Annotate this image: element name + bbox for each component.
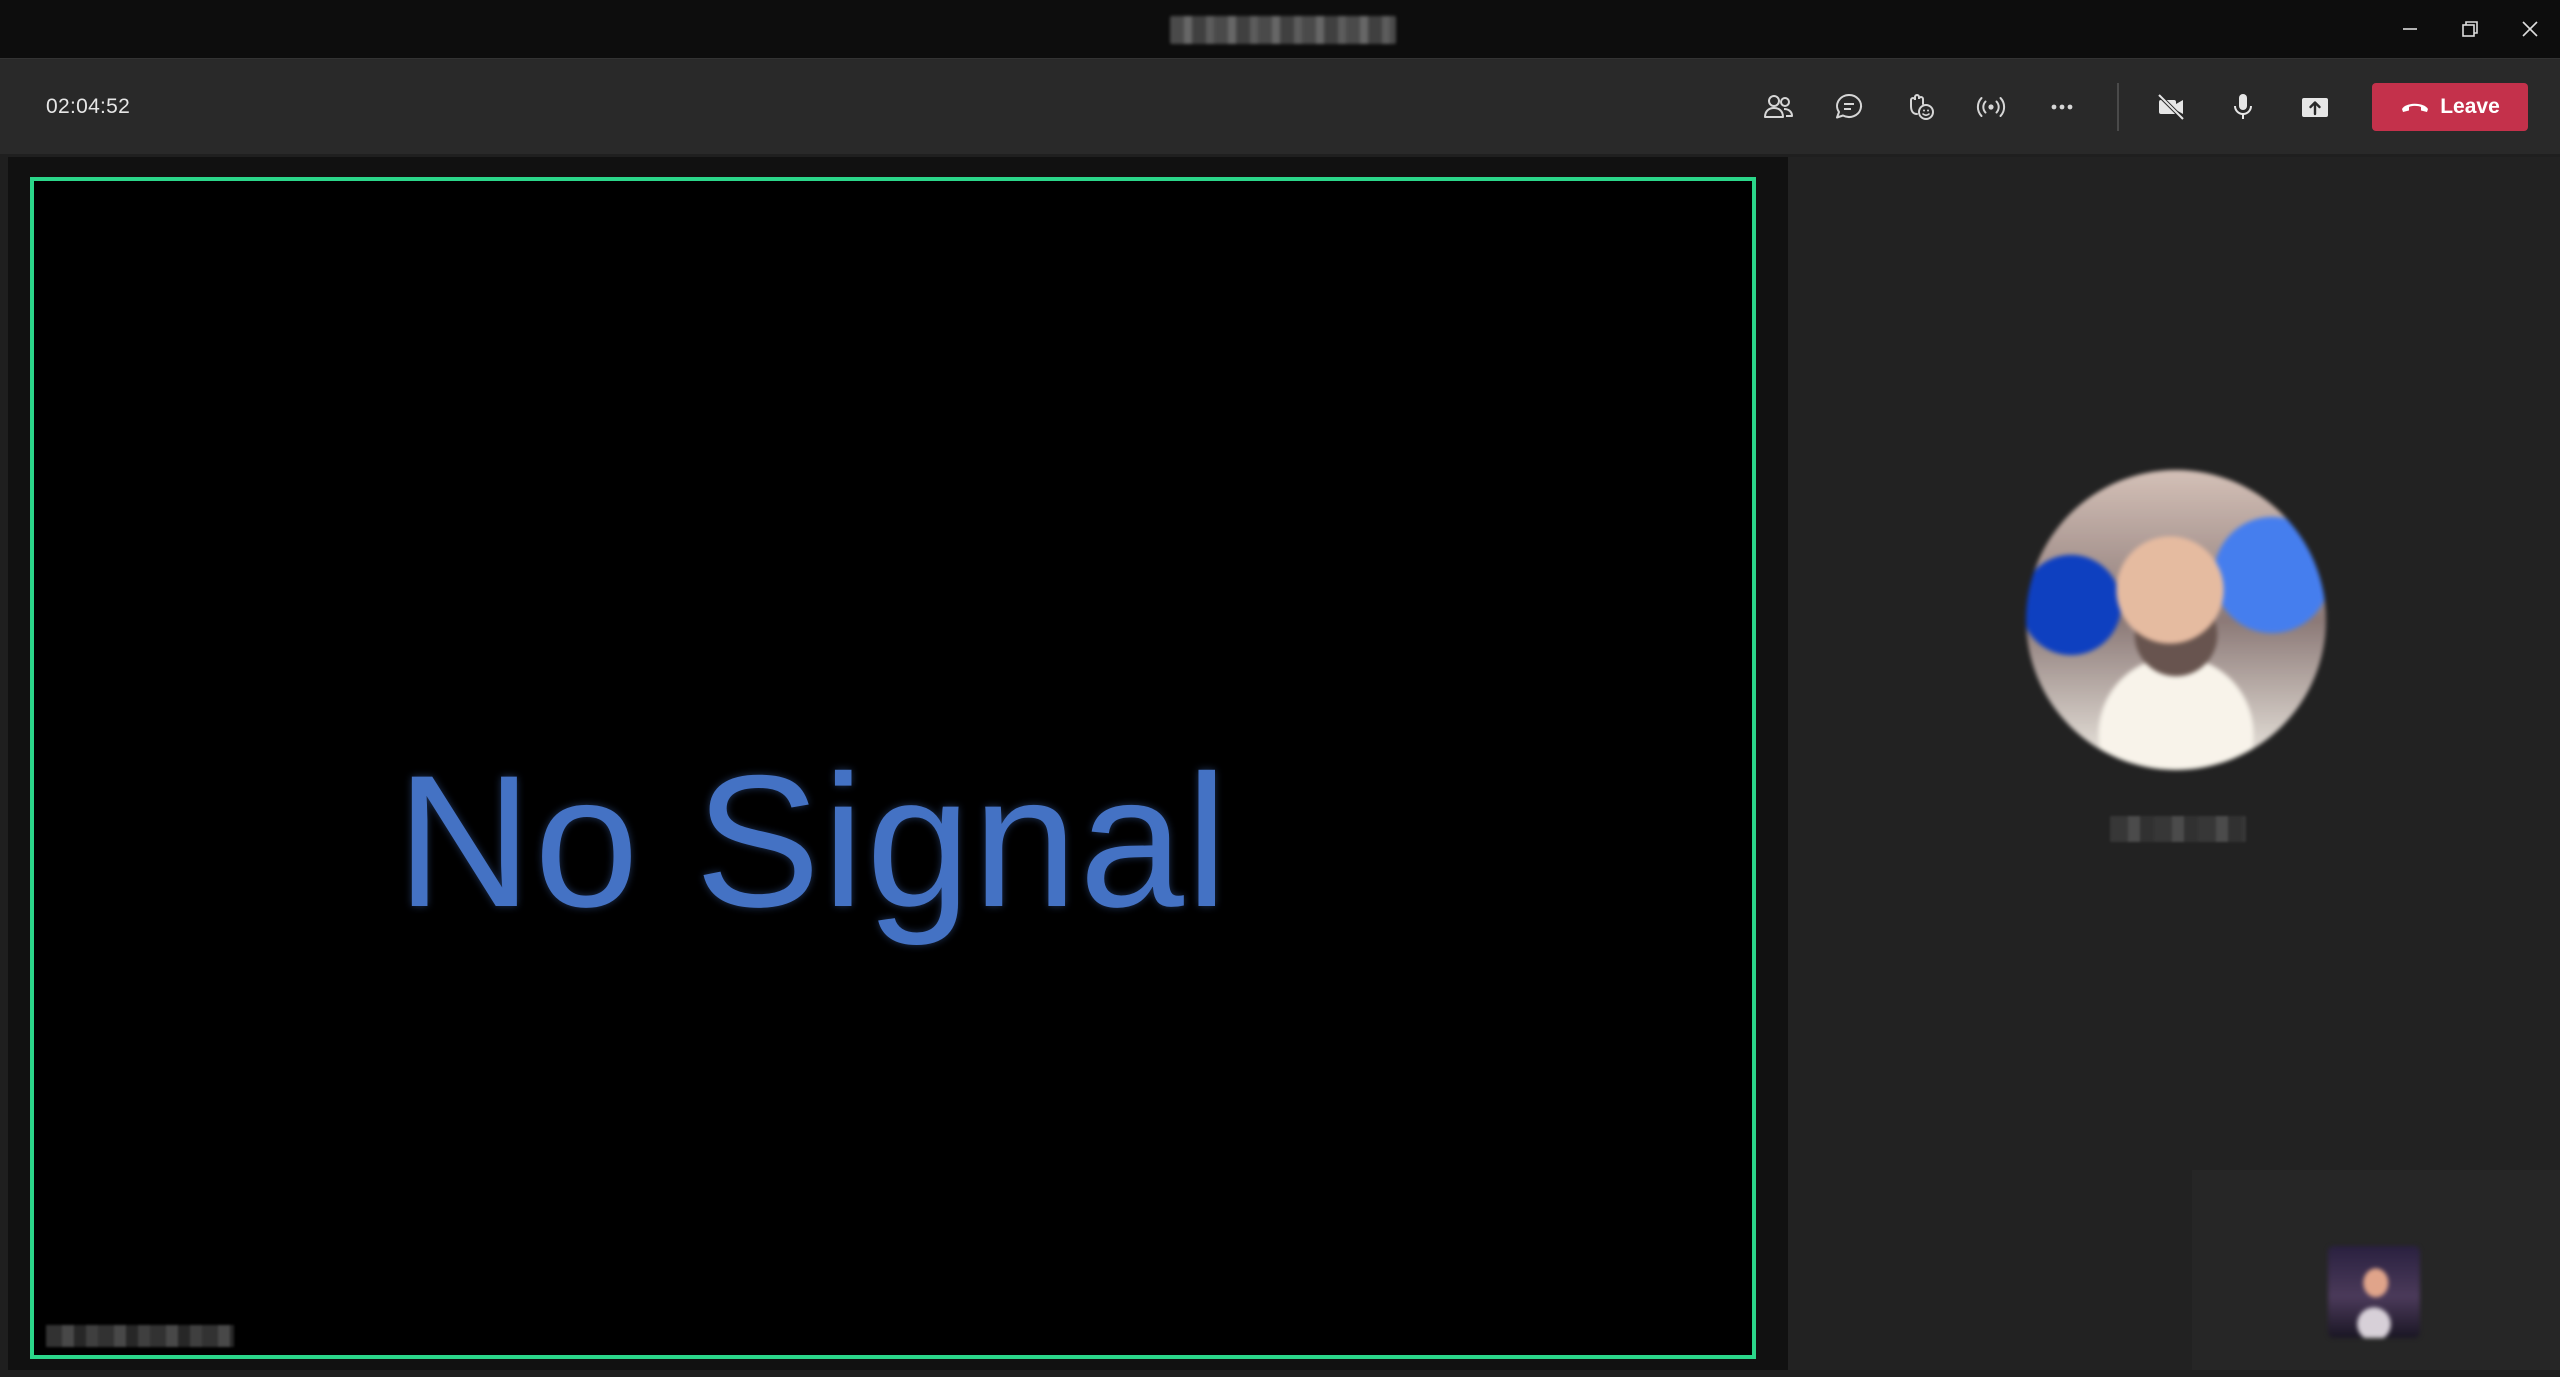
window-title-redacted [1170,16,1396,44]
presenter-name-redacted [46,1325,234,1347]
window-controls [2380,0,2560,58]
self-preview-tile[interactable] [2192,1170,2560,1370]
live-broadcast-icon [1976,97,2006,117]
camera-off-icon [2157,93,2185,121]
show-conversation-button[interactable] [1827,85,1871,129]
share-content-button[interactable] [2293,85,2337,129]
participant-name-redacted [2110,816,2246,842]
minimize-icon [2403,28,2417,30]
more-options-button[interactable] [2040,85,2084,129]
leave-label: Leave [2440,95,2500,118]
restore-icon [2462,21,2478,37]
microphone-toggle-button[interactable] [2221,85,2265,129]
show-participants-button[interactable] [1756,85,1800,129]
chat-icon [1836,93,1863,119]
toolbar-divider [2117,83,2119,131]
main-stage: No Signal [8,157,1788,1370]
share-screen-icon [2302,98,2328,117]
meeting-window: 02:04:52 Leave No Signal [0,0,2560,1377]
leave-button[interactable]: Leave [2372,83,2528,131]
reactions-button[interactable] [1898,85,1942,129]
self-avatar [2328,1246,2420,1338]
live-broadcast-button[interactable] [1969,85,2013,129]
participants-icon [1764,95,1793,118]
minimize-button[interactable] [2380,0,2440,58]
restore-button[interactable] [2440,0,2500,58]
participant-panel [1788,157,2560,1370]
hang-up-icon [2402,103,2429,112]
title-bar [0,0,2560,58]
participant-avatar [2026,470,2326,770]
camera-toggle-button[interactable] [2149,85,2193,129]
shared-screen: No Signal [30,177,1756,1359]
more-options-icon [2051,104,2073,110]
close-button[interactable] [2500,0,2560,58]
shared-content-text: No Signal [396,736,1230,946]
meeting-timer: 02:04:52 [46,95,131,118]
close-icon [2522,21,2538,37]
reactions-icon [1910,94,1934,120]
meeting-toolbar: 02:04:52 Leave [0,58,2560,154]
microphone-icon [2234,94,2252,119]
